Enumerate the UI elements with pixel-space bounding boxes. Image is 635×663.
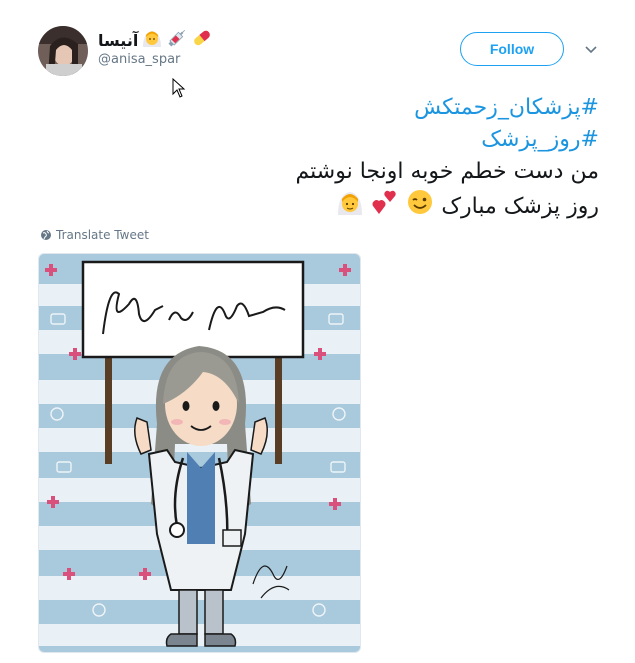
avatar-photo [38,26,88,76]
woman-with-veil-emoji-icon [336,188,364,226]
hashtag-link[interactable]: #روز_پزشک [39,124,599,156]
woman-with-veil-emoji-icon [141,27,163,53]
tweet-line: روز پزشک مبارک [441,194,599,219]
globe-icon [41,230,51,240]
hashtag-link[interactable]: #پزشکان_زحمتکش [39,92,599,124]
syringe-icon [166,27,188,53]
tweet-line-with-emoji: روز پزشک مبارک [39,188,599,226]
tweet-line: من دست خطم خوبه اونجا نوشتم [295,159,599,184]
display-name[interactable]: آنیسا [98,31,138,50]
doctor-illustration-image [39,254,360,652]
avatar[interactable] [38,26,88,76]
tweet-image[interactable] [38,253,361,653]
user-handle[interactable]: @anisa_spar [98,52,180,67]
display-name-row[interactable]: آنیسا [98,27,213,53]
follow-button[interactable]: Follow [460,32,564,66]
two-hearts-emoji-icon [371,188,399,226]
translate-tweet-link[interactable]: Translate Tweet [40,228,149,242]
winking-face-emoji-icon [406,188,434,226]
pill-icon [191,27,213,53]
tweet-text: #پزشکان_زحمتکش #روز_پزشک من دست خطم خوبه… [39,92,599,226]
chevron-down-icon[interactable] [583,42,599,56]
translate-tweet-label[interactable]: Translate Tweet [56,228,149,242]
